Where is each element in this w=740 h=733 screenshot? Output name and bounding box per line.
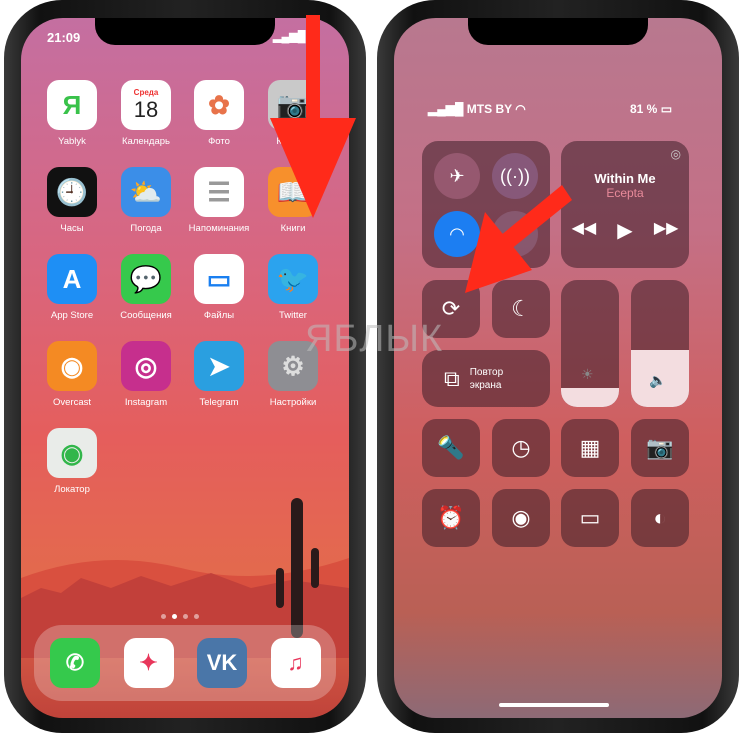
arrow-down-annotation bbox=[270, 15, 356, 218]
annotation-arrows bbox=[270, 15, 572, 293]
arrow-to-orientation-lock bbox=[465, 185, 572, 293]
